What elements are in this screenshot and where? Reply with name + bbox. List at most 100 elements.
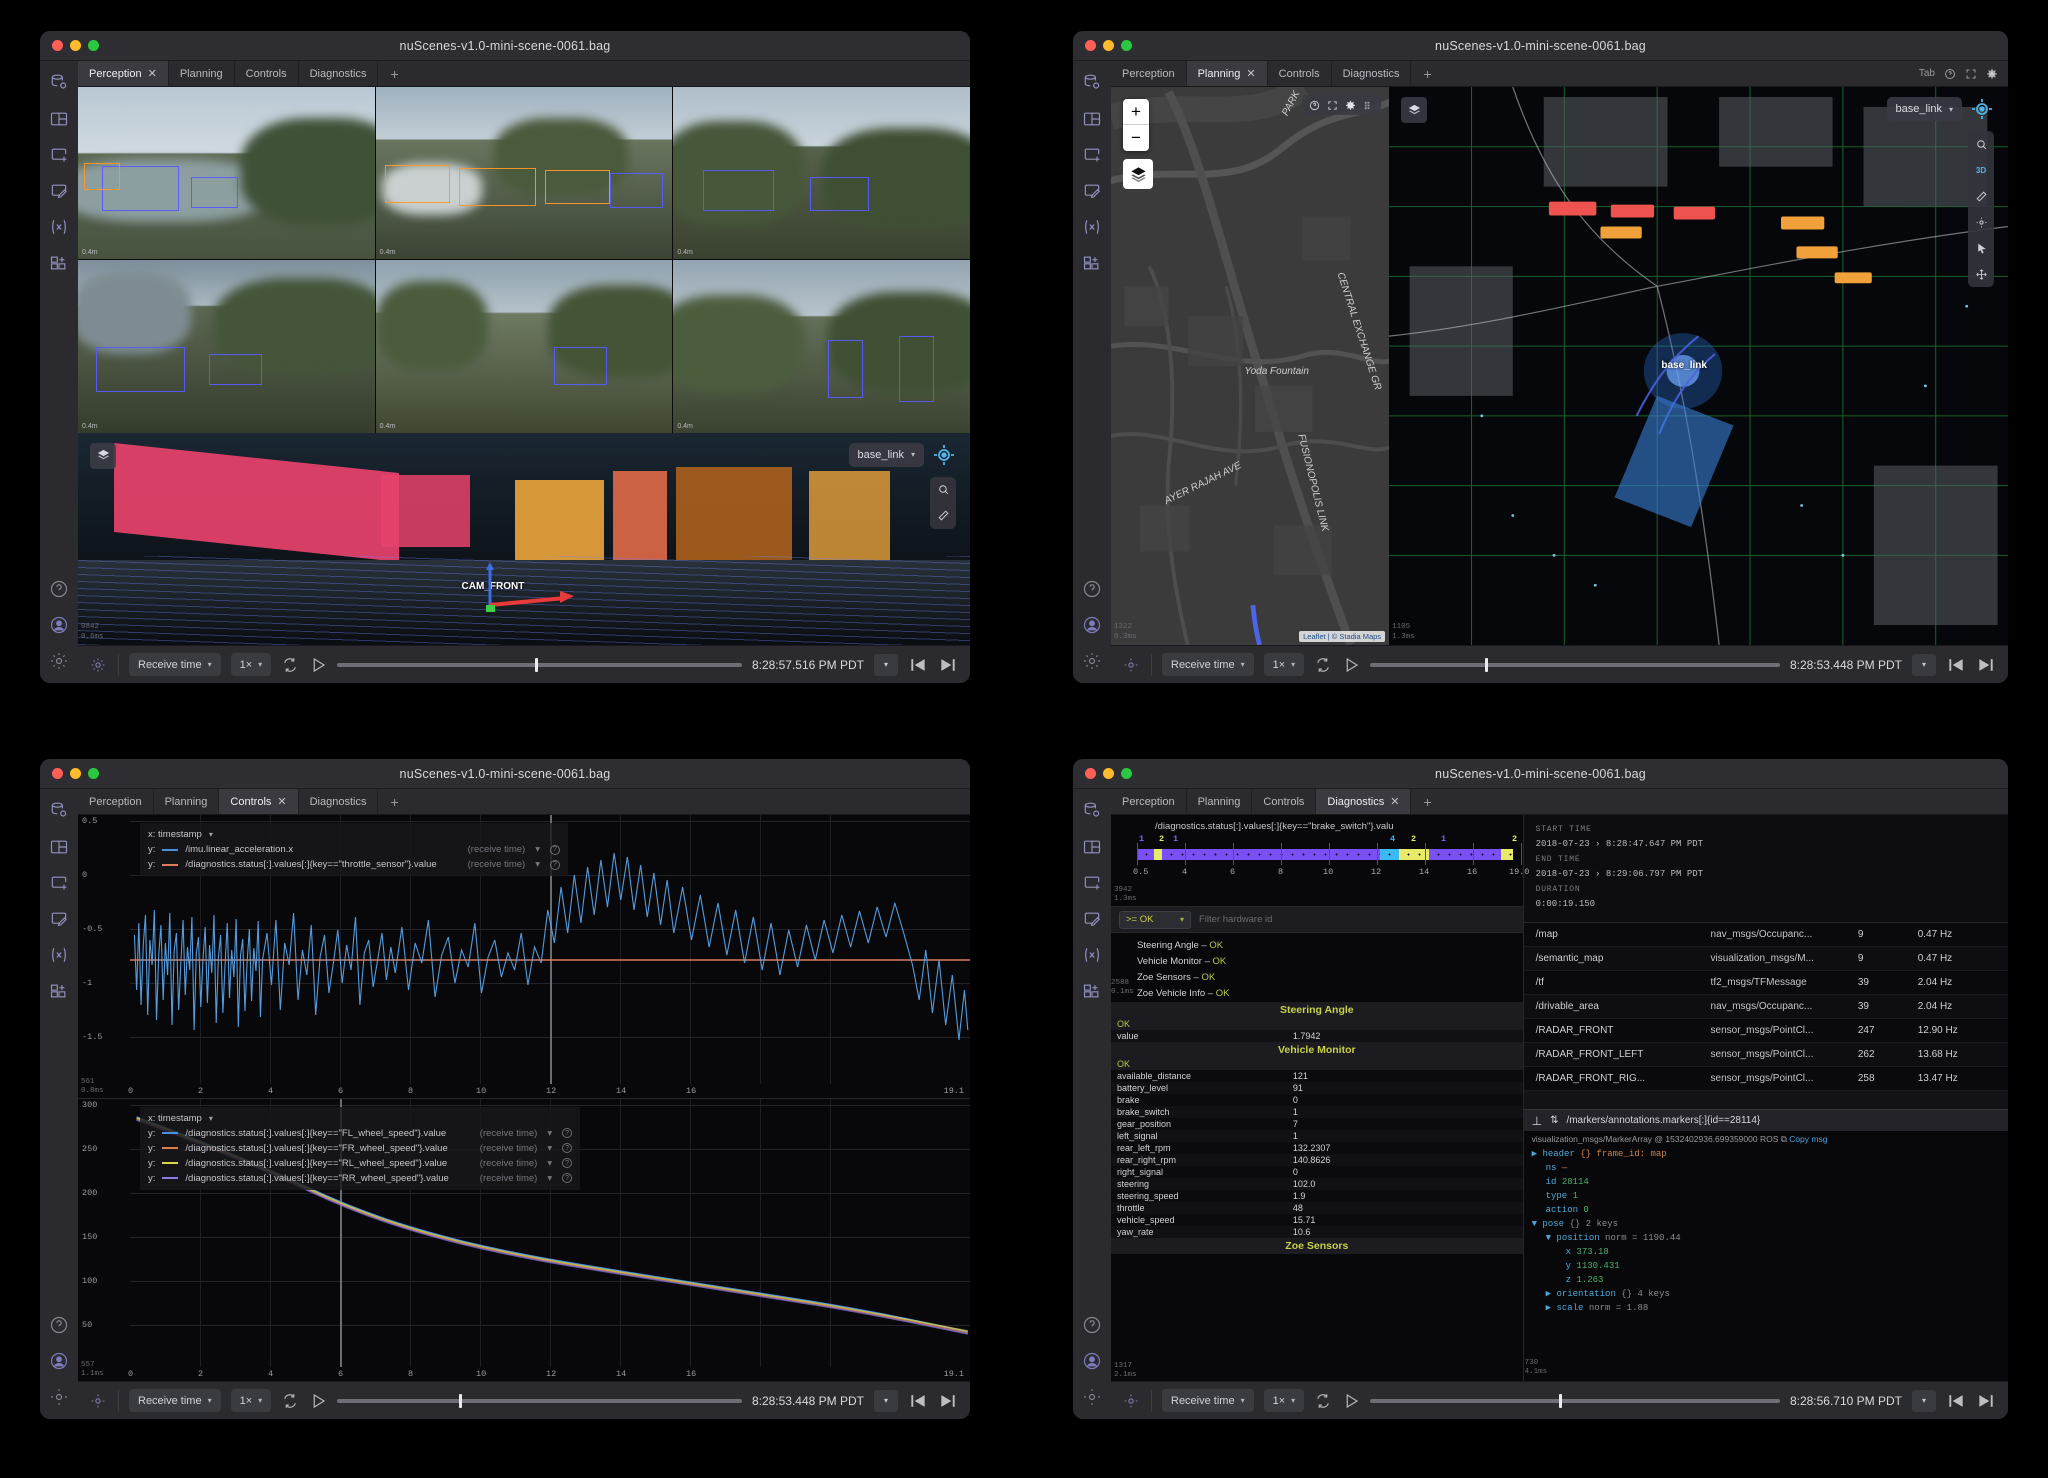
move-icon[interactable] [1968, 261, 1994, 287]
loop-icon[interactable] [281, 1392, 299, 1410]
expand-icon[interactable]: ▶ [1532, 1149, 1537, 1159]
tab-controls[interactable]: Controls ✕ [219, 789, 299, 814]
severity-selector[interactable]: >= OK ▾ [1119, 910, 1191, 929]
diagnostics-detail[interactable]: Steering Angle OK value 1.7942 Vehicle Mo… [1111, 1002, 1523, 1381]
timeline-scrubber[interactable] [337, 1390, 742, 1412]
time-source-selector[interactable]: Receive time ▾ [129, 653, 221, 676]
fullscreen-icon[interactable] [1965, 68, 1977, 80]
seek-backward-icon[interactable] [1946, 655, 1966, 675]
settings-gear-icon[interactable] [1123, 657, 1139, 673]
variables-icon[interactable] [49, 945, 69, 965]
message-tree[interactable]: ▶ header {} frame_id: map ns — id 28114 … [1523, 1147, 2008, 1381]
ruler-icon[interactable] [1968, 183, 1994, 209]
copy-msg-button[interactable]: Copy msg [1789, 1134, 1827, 1144]
tab-planning[interactable]: Planning ✕ [1186, 61, 1268, 86]
camera-tile[interactable]: 0.4m [78, 87, 375, 260]
tab-controls[interactable]: Controls [1252, 789, 1317, 814]
seek-forward-icon[interactable] [938, 655, 958, 675]
frame-selector[interactable]: base_link ▾ [848, 442, 924, 467]
tree-node[interactable]: ▶ header {} frame_id: map [1532, 1147, 2000, 1161]
timeline-scrubber[interactable] [1370, 654, 1780, 676]
birdseye-3d-view[interactable]: base_link ▾ 3D base_link 1105 1.3ms [1389, 87, 2008, 645]
add-layout-icon[interactable] [49, 253, 69, 273]
imu-acceleration-plot[interactable]: 0.5 0 -0.5 -1 -1.5 x: timestamp ▾ y: /im… [78, 815, 970, 1099]
camera-tile[interactable]: 0.4m [375, 260, 673, 433]
help-circle-icon[interactable]: ? [549, 844, 560, 855]
legend-series[interactable]: y: /diagnostics.status[:].values[:]{key=… [148, 857, 560, 872]
add-panel-icon[interactable] [1082, 873, 1102, 893]
help-circle-icon[interactable] [1944, 68, 1956, 80]
search-icon[interactable] [1968, 131, 1994, 157]
collapse-icon[interactable]: ▼ [1532, 1219, 1537, 1229]
panel-layout-icon[interactable] [49, 837, 69, 857]
loop-icon[interactable] [281, 656, 299, 674]
tab-diagnostics[interactable]: Diagnostics [299, 789, 379, 814]
camera-tile[interactable]: 0.4m [673, 87, 970, 260]
layers-button[interactable] [1123, 159, 1153, 189]
add-panel-icon[interactable] [1082, 145, 1102, 165]
variables-icon[interactable] [1082, 945, 1102, 965]
chevron-down-icon[interactable]: ▾ [547, 1126, 552, 1141]
help-circle-icon[interactable]: ? [549, 859, 560, 870]
3d-icon[interactable]: 3D [1968, 157, 1994, 183]
add-tab-button[interactable]: + [378, 789, 410, 814]
edit-panel-icon[interactable] [49, 181, 69, 201]
table-row[interactable]: /RADAR_FRONT_RIG... sensor_msgs/PointCl..… [1523, 1067, 2008, 1091]
collapse-icon[interactable]: ▼ [1546, 1233, 1551, 1243]
expand-icon[interactable]: ▶ [1546, 1289, 1551, 1299]
tab-diagnostics[interactable]: Diagnostics [1332, 61, 1412, 86]
settings-gear-icon[interactable] [1082, 1387, 1102, 1407]
variables-icon[interactable] [49, 217, 69, 237]
add-panel-icon[interactable] [49, 145, 69, 165]
play-icon[interactable] [309, 1392, 327, 1410]
seek-backward-icon[interactable] [908, 1391, 928, 1411]
help-icon[interactable] [1082, 1315, 1102, 1335]
speed-selector[interactable]: 1× ▾ [1263, 1389, 1305, 1412]
help-icon[interactable] [49, 579, 69, 599]
help-circle-icon[interactable]: ? [562, 1158, 573, 1168]
add-tab-button[interactable]: + [1411, 789, 1443, 814]
legend-x-axis[interactable]: x: timestamp ▾ [148, 827, 560, 842]
speed-selector[interactable]: 1× ▾ [230, 653, 272, 676]
search-icon[interactable] [930, 477, 956, 503]
seek-forward-icon[interactable] [938, 1391, 958, 1411]
account-icon[interactable] [49, 1351, 69, 1371]
timestamp-format-selector[interactable]: ▾ [1912, 1389, 1936, 1412]
layers-button[interactable] [1401, 97, 1428, 123]
legend-series[interactable]: y: /imu.linear_acceleration.x (receive t… [148, 842, 560, 857]
account-icon[interactable] [49, 615, 69, 635]
account-icon[interactable] [1082, 615, 1102, 635]
pin-icon[interactable]: ⊥ [1532, 1114, 1542, 1128]
close-icon[interactable]: ✕ [277, 795, 286, 808]
tab-planning[interactable]: Planning [1187, 789, 1253, 814]
settings-gear-icon[interactable] [1123, 1393, 1139, 1409]
seek-backward-icon[interactable] [1946, 1391, 1966, 1411]
expand-icon[interactable]: ▶ [1546, 1303, 1551, 1313]
settings-gear-icon[interactable] [1986, 68, 1998, 80]
table-row[interactable]: /map nav_msgs/Occupanc... 9 0.47 Hz [1523, 923, 2008, 947]
help-icon[interactable] [1082, 579, 1102, 599]
tab-perception[interactable]: Perception [1111, 789, 1187, 814]
sort-icon[interactable]: ⇅ [1550, 1115, 1558, 1126]
state-transitions-panel[interactable]: /diagnostics.status[:].values[:]{key=="b… [1111, 815, 1529, 907]
seek-forward-icon[interactable] [1976, 655, 1996, 675]
tab-perception[interactable]: Perception [1111, 61, 1187, 86]
database-gear-icon[interactable] [1082, 801, 1102, 821]
zoom-in-button[interactable]: + [1123, 99, 1149, 125]
map-attribution[interactable]: Leaflet | © Stadia Maps [1299, 631, 1386, 642]
database-gear-icon[interactable] [49, 801, 69, 821]
legend-x-axis[interactable]: x: timestamp ▾ [148, 1111, 572, 1126]
play-icon[interactable] [309, 656, 327, 674]
close-icon[interactable]: ✕ [1390, 795, 1399, 808]
ruler-icon[interactable] [930, 503, 956, 529]
loop-icon[interactable] [1314, 656, 1332, 674]
tree-node[interactable]: ▼ position norm = 1190.44 [1532, 1231, 2000, 1245]
viewport-tools[interactable]: 3D [1968, 131, 1994, 287]
add-layout-icon[interactable] [49, 981, 69, 1001]
tree-node[interactable]: ▶ orientation {} 4 keys [1532, 1287, 2000, 1301]
close-icon[interactable]: ✕ [1246, 67, 1255, 80]
list-item[interactable]: Zoe Sensors – OK [1137, 970, 1523, 986]
add-tab-button[interactable]: + [1411, 61, 1443, 86]
map-zoom-control[interactable]: + − [1123, 99, 1149, 151]
play-icon[interactable] [1342, 656, 1360, 674]
